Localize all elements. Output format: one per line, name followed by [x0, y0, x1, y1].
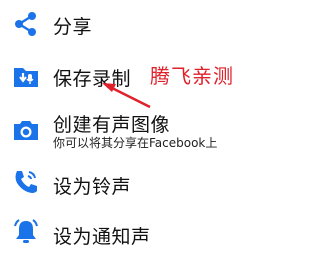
- overflow-menu: 分享 保存录制 创建有声图像 你可以将其分享在Facebook上 设为铃声 设为…: [0, 0, 325, 253]
- menu-item-label: 设为铃声: [53, 176, 132, 198]
- save-recording-icon: [12, 62, 40, 90]
- menu-item-label: 创建有声图像: [53, 114, 171, 136]
- menu-item-label: 分享: [53, 16, 93, 38]
- ringtone-phone-icon: [12, 168, 40, 196]
- notification-bell-icon: [12, 218, 40, 246]
- menu-item-share[interactable]: 分享: [0, 4, 325, 44]
- menu-item-set-notification[interactable]: 设为通知声: [0, 216, 325, 252]
- annotation-watermark: 腾飞亲测: [150, 64, 234, 88]
- share-icon: [12, 10, 40, 38]
- camera-icon: [12, 116, 40, 144]
- menu-item-create-audio-image[interactable]: 创建有声图像 你可以将其分享在Facebook上: [0, 108, 325, 154]
- menu-item-label: 保存录制: [53, 68, 132, 90]
- menu-item-set-ringtone[interactable]: 设为铃声: [0, 164, 325, 204]
- menu-item-label: 设为通知声: [53, 226, 151, 248]
- menu-item-sublabel: 你可以将其分享在Facebook上: [53, 136, 218, 150]
